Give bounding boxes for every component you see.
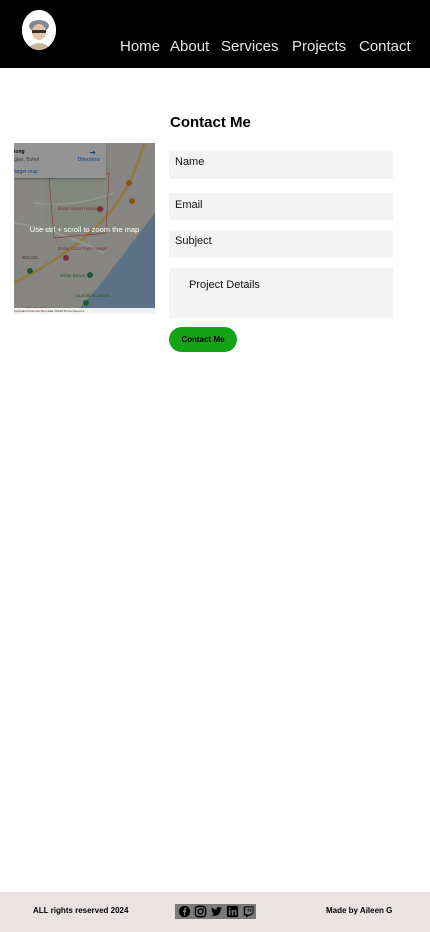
- name-field[interactable]: Name: [169, 151, 393, 179]
- map-zoom-hint: Use ctrl + scroll to zoom the map: [29, 225, 140, 234]
- copyright-text: ALL rights reserved 2024: [33, 906, 129, 915]
- nav-contact[interactable]: Contact: [359, 38, 411, 55]
- twitch-icon[interactable]: [242, 905, 255, 918]
- avatar-image: [22, 10, 56, 50]
- subject-field[interactable]: Subject: [169, 230, 393, 258]
- linkedin-icon[interactable]: [226, 905, 239, 918]
- email-label: Email: [175, 199, 203, 211]
- page: Home About Services Projects Contact Con…: [0, 0, 430, 932]
- nav-home[interactable]: Home: [120, 38, 160, 55]
- twitter-icon[interactable]: [210, 905, 223, 918]
- project-details-field[interactable]: Project Details: [169, 268, 393, 318]
- map-attribution: Keyboard shortcuts Map data ©2024 Terms …: [14, 308, 155, 314]
- header: Home About Services Projects Contact: [0, 0, 430, 68]
- facebook-icon[interactable]: [178, 905, 191, 918]
- project-details-label: Project Details: [189, 279, 260, 291]
- avatar[interactable]: [22, 10, 56, 50]
- nav-services[interactable]: Services: [221, 38, 279, 55]
- subject-label: Subject: [175, 235, 212, 247]
- email-field[interactable]: Email: [169, 193, 393, 220]
- social-links: [175, 904, 256, 919]
- footer: ALL rights reserved 2024 Made by Aileen …: [0, 892, 430, 932]
- contact-title: Contact Me: [170, 114, 251, 131]
- name-label: Name: [175, 156, 205, 168]
- credit-text: Made by Aileen G: [326, 906, 393, 915]
- contact-submit-button[interactable]: Contact Me: [169, 327, 237, 352]
- nav-about[interactable]: About: [170, 38, 209, 55]
- nav-projects[interactable]: Projects: [292, 38, 346, 55]
- instagram-icon[interactable]: [194, 905, 207, 918]
- map-embed[interactable]: iong glao, Bohol larger map ➜ Directions…: [14, 143, 155, 314]
